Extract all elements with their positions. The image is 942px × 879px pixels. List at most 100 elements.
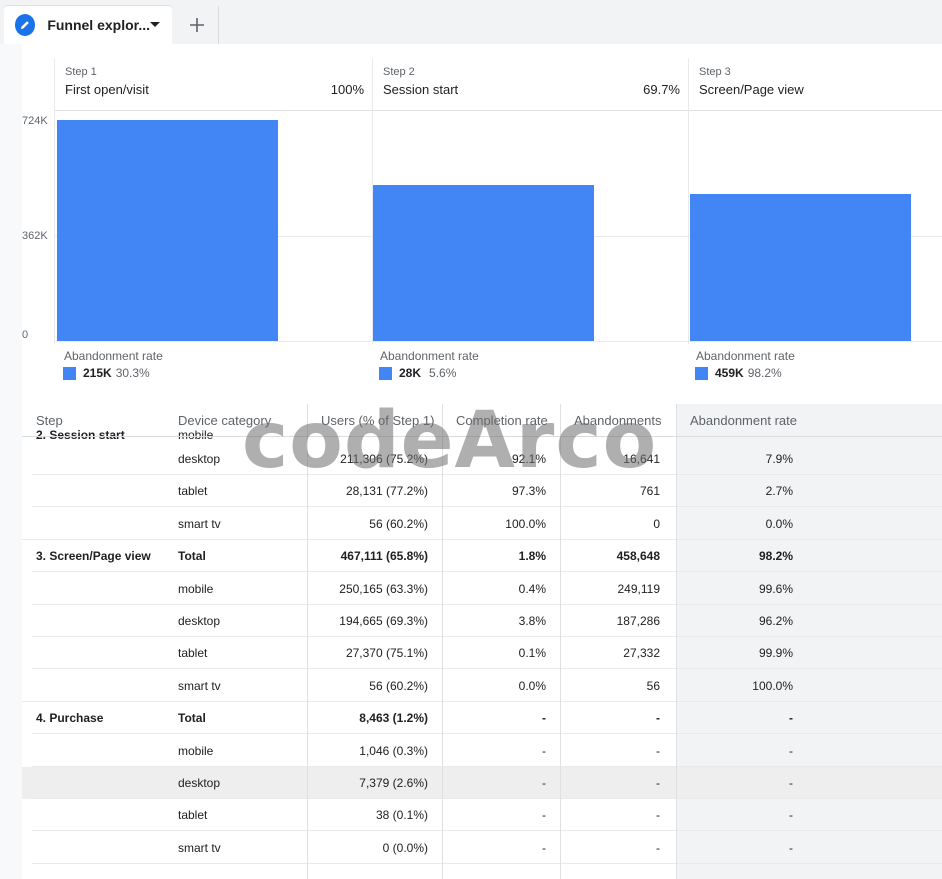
cell-abandonment-rate: - (789, 711, 793, 726)
cell-step: 4. Purchase (36, 711, 104, 726)
column-divider (560, 404, 561, 879)
cell-completion-rate: - (542, 840, 546, 855)
bar-first-open-visit[interactable] (57, 119, 278, 341)
y-tick-label: 362K (22, 230, 48, 242)
cell-abandonments: 187,286 (616, 614, 660, 628)
column-divider (307, 404, 308, 879)
header-abandonment-rate[interactable]: Abandonment rate (690, 413, 797, 428)
cell-abandonment-rate: - (789, 840, 793, 855)
cell-device: mobile (178, 581, 214, 596)
header-step[interactable]: Step (36, 413, 63, 428)
step-name: First open/visit (65, 82, 149, 97)
cell-abandonments: - (656, 711, 660, 726)
header-abandonments[interactable]: Abandonments (574, 413, 661, 428)
cell-device: desktop (178, 452, 221, 466)
cell-completion-rate: - (542, 808, 546, 823)
table-row[interactable]: 4. Purchase Total 8,463 (1.2%) - - - (22, 702, 942, 735)
table-row[interactable]: smart tv 56 (60.2%) 0.0% 56 100.0% (22, 670, 942, 702)
header-device-category[interactable]: Device category (178, 413, 271, 428)
table-row[interactable]: 3. Screen/Page view Total 467,111 (65.8%) 1… (22, 540, 942, 573)
step-percent: 100% (330, 82, 364, 97)
abandonment-count: 215K (83, 366, 112, 380)
table-row[interactable]: smart tv 0 (0.0%) - - - (22, 832, 942, 864)
cell-abandonment-rate: 7.9% (765, 452, 793, 466)
cell-device: tablet (178, 484, 208, 499)
cell-device: mobile (178, 743, 214, 758)
cell-abandonment-rate: - (789, 808, 793, 823)
cell-completion-rate: 1.8% (518, 549, 546, 564)
cell-device: desktop (178, 614, 221, 628)
table-row[interactable]: tablet 38 (0.1%) - - - (22, 799, 942, 832)
cell-users: 27,370 (75.1%) (345, 646, 428, 661)
cell-completion-rate: 0.4% (518, 581, 546, 596)
add-tab-button[interactable] (176, 6, 219, 44)
cell-abandonments: 458,648 (616, 549, 660, 564)
cell-completion-rate: 0.0% (518, 678, 546, 693)
cell-users: 250,165 (63.3%) (339, 581, 428, 596)
legend-swatch (379, 366, 392, 380)
table-row[interactable]: mobile 1,046 (0.3%) - - - (22, 735, 942, 767)
cell-device: smart tv (178, 678, 221, 693)
legend-swatch (695, 366, 708, 380)
y-tick-label: 724K (22, 115, 48, 127)
header-completion-rate[interactable]: Completion rate (456, 413, 548, 428)
cell-abandonments: 56 (646, 678, 660, 693)
table-row[interactable]: mobile 250,165 (63.3%) 0.4% 249,119 99.6% (22, 573, 942, 605)
cell-device: smart tv (178, 516, 221, 531)
cell-abandonment-rate: 96.2% (758, 614, 793, 628)
step-name: Screen/Page view (699, 82, 804, 97)
chevron-down-icon[interactable] (150, 22, 160, 28)
table-row[interactable]: desktop 7,379 (2.6%) - - - (22, 767, 942, 799)
step-name: Session start (383, 82, 459, 97)
table-row[interactable]: desktop 211,306 (75.2%) 92.1% 16,641 7.9% (22, 443, 942, 475)
pencil-icon (15, 14, 36, 36)
funnel-chart: 724K 362K 0 Step 1 First open/visit 100%… (22, 44, 942, 404)
cell-device: tablet (178, 646, 208, 661)
cell-abandonments: - (656, 840, 660, 855)
abandonment-label: Abandonment rate (64, 349, 163, 363)
cell-users: 8,463 (1.2%) (359, 711, 428, 726)
table-row[interactable]: desktop 194,665 (69.3%) 3.8% 187,286 96.2% (22, 605, 942, 637)
table-row[interactable]: smart tv 56 (60.2%) 100.0% 0 0.0% (22, 508, 942, 540)
cell-users: 7,379 (2.6%) (359, 776, 428, 790)
tab-funnel-exploration[interactable]: Funnel explor... (4, 6, 172, 44)
bar-session-start[interactable] (373, 184, 594, 341)
cell-users: 28,131 (77.2%) (345, 484, 428, 499)
baseline (54, 341, 942, 342)
step-number: Step 2 (383, 66, 415, 78)
abandonment-value[interactable]: 28K 5.6% (379, 366, 456, 380)
cell-abandonments: - (656, 743, 660, 758)
abandonment-value[interactable]: 459K 98.2% (695, 366, 782, 380)
cell-users: 467,111 (65.8%) (340, 549, 428, 564)
cell-completion-rate: 92.1% (511, 452, 546, 466)
table-row[interactable]: tablet 27,370 (75.1%) 0.1% 27,332 99.9% (22, 637, 942, 670)
abandonment-count: 28K (399, 366, 422, 380)
table-header: Step Device category Users (% of Step 1)… (22, 404, 942, 437)
cell-abandonments: - (656, 808, 660, 823)
funnel-table: 2. Session start mobile desktop 211,306 (… (22, 404, 942, 879)
cell-device: smart tv (178, 840, 221, 855)
step-number: Step 3 (699, 66, 731, 78)
cell-completion-rate: - (542, 776, 546, 790)
cell-abandonments: 761 (639, 484, 660, 499)
bar-screen-page-view[interactable] (690, 193, 911, 341)
cell-abandonment-rate: - (789, 776, 793, 790)
cell-abandonments: 0 (653, 516, 660, 531)
cell-device: Total (178, 711, 206, 726)
abandonment-label: Abandonment rate (696, 349, 795, 363)
cell-users: 1,046 (0.3%) (359, 743, 428, 758)
header-users[interactable]: Users (% of Step 1) (321, 413, 434, 428)
table-row[interactable]: tablet 28,131 (77.2%) 97.3% 761 2.7% (22, 475, 942, 508)
step-2-header: Step 2 Session start 69.7% (373, 58, 688, 111)
cell-abandonments: 16,641 (623, 452, 660, 466)
plus-icon (190, 18, 204, 32)
cell-completion-rate: 100.0% (505, 516, 546, 531)
abandonment-value[interactable]: 215K 30.3% (63, 366, 150, 380)
cell-step: 3. Screen/Page view (36, 549, 151, 564)
cell-completion-rate: - (542, 743, 546, 758)
y-tick-label: 0 (22, 329, 29, 341)
legend-swatch (63, 366, 76, 380)
cell-abandonments: - (656, 776, 660, 790)
cell-users: 56 (60.2%) (369, 516, 428, 531)
tab-title: Funnel explor... (47, 17, 150, 33)
